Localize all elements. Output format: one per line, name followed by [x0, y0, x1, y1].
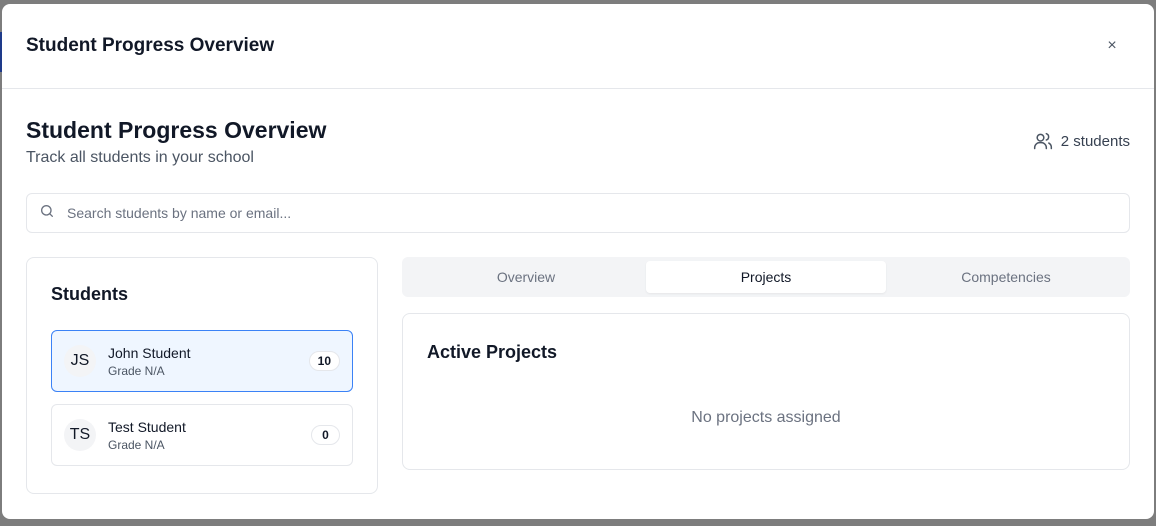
student-row-test-student[interactable]: TS Test Student Grade N/A 0 — [51, 404, 353, 466]
page-subtitle: Track all students in your school — [26, 149, 254, 166]
modal-body: Student Progress Overview Track all stud… — [2, 117, 1154, 494]
student-name: Test Student — [108, 418, 186, 435]
student-grade: Grade N/A — [108, 363, 165, 378]
tab-list: Overview Projects Competencies — [402, 257, 1130, 297]
project-count-badge: 0 — [311, 425, 340, 445]
page-header: Student Progress Overview Track all stud… — [26, 117, 1130, 167]
avatar: JS — [64, 345, 96, 377]
search-bar — [26, 193, 1130, 233]
student-list: JS John Student Grade N/A 10 TS Test Stu… — [51, 330, 353, 466]
active-projects-heading: Active Projects — [427, 342, 558, 362]
content-columns: Students JS John Student Grade N/A 10 TS — [26, 257, 1130, 494]
student-name: John Student — [108, 344, 191, 361]
modal-header: Student Progress Overview × — [2, 4, 1154, 89]
tab-competencies[interactable]: Competencies — [886, 261, 1126, 293]
page-title: Student Progress Overview — [26, 117, 327, 143]
empty-state-text: No projects assigned — [691, 409, 841, 426]
student-grade: Grade N/A — [108, 437, 165, 452]
avatar: TS — [64, 419, 96, 451]
close-icon: × — [1107, 37, 1117, 54]
student-row-john-student[interactable]: JS John Student Grade N/A 10 — [51, 330, 353, 392]
page-heading-block: Student Progress Overview Track all stud… — [26, 117, 326, 167]
student-info: Test Student Grade N/A — [108, 419, 311, 452]
search-input[interactable] — [67, 205, 1129, 221]
student-progress-modal: Student Progress Overview × Student Prog… — [2, 4, 1154, 519]
modal-title: Student Progress Overview — [26, 35, 275, 56]
project-count-badge: 10 — [308, 351, 340, 371]
search-icon — [39, 203, 55, 224]
users-icon — [1033, 131, 1053, 151]
tab-projects[interactable]: Projects — [646, 261, 886, 293]
close-button[interactable]: × — [1100, 34, 1124, 58]
students-panel: Students JS John Student Grade N/A 10 TS — [26, 257, 378, 494]
tab-overview[interactable]: Overview — [406, 261, 646, 293]
student-count-label: 2 students — [1060, 132, 1130, 150]
students-heading: Students — [51, 284, 129, 304]
student-count: 2 students — [1033, 131, 1130, 151]
detail-panel: Overview Projects Competencies Active Pr… — [402, 257, 1130, 494]
active-projects-card: Active Projects No projects assigned — [402, 313, 1130, 470]
student-info: John Student Grade N/A — [108, 345, 309, 378]
